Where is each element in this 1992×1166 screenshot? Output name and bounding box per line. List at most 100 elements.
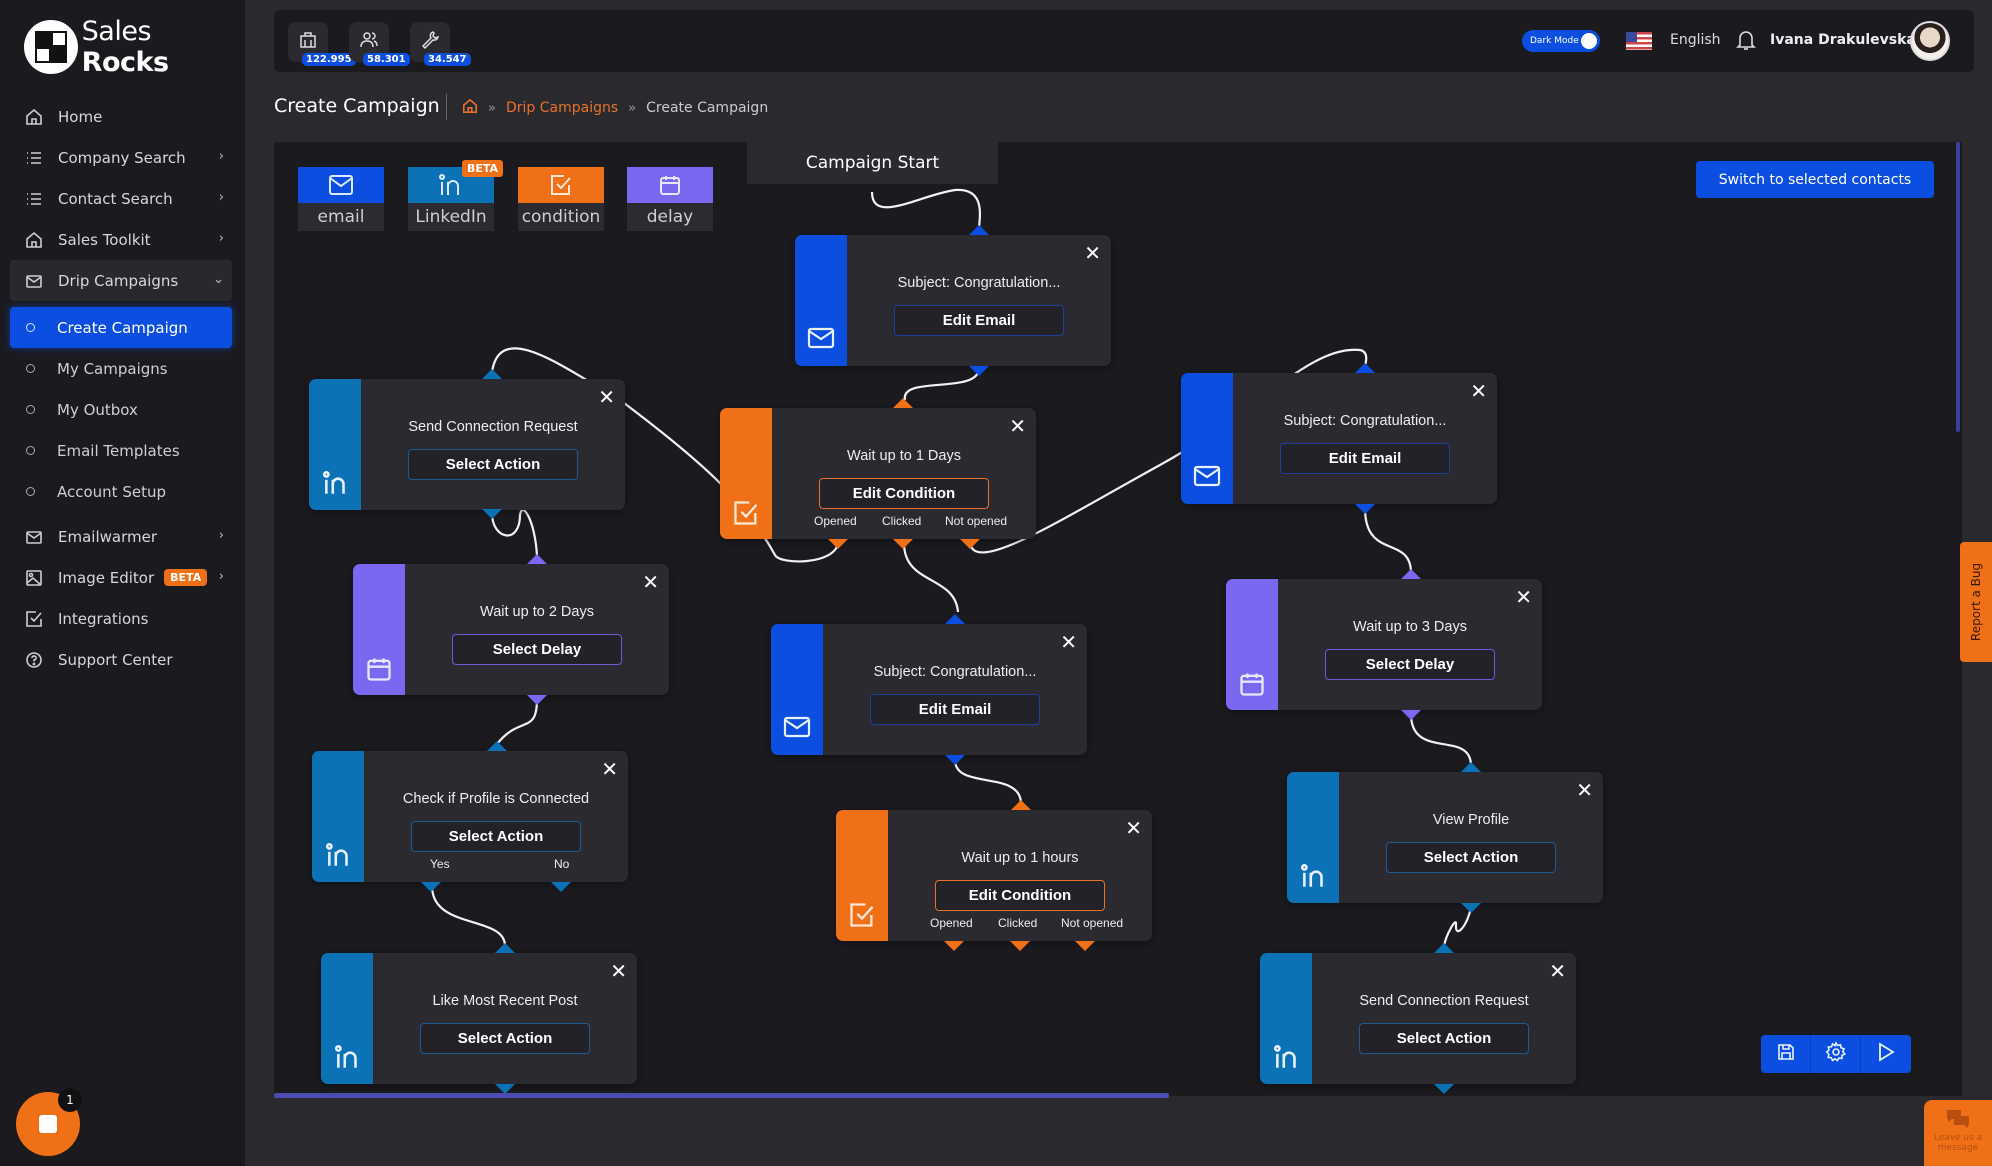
email-node[interactable]: ✕ Subject: Congratulation... Edit Email [771,624,1087,755]
bell-icon[interactable] [1736,29,1756,55]
sidebar-subitem-email-templates[interactable]: Email Templates [10,430,232,471]
edit-email-button[interactable]: Edit Email [1280,443,1450,474]
output-port[interactable] [527,695,547,705]
output-port-yes[interactable] [421,882,441,892]
output-port-clicked[interactable] [893,539,913,549]
campaign-start-node[interactable]: Campaign Start [747,142,998,184]
sidebar-subitem-create-campaign[interactable]: Create Campaign [10,307,232,348]
sidebar-item-drip-campaigns[interactable]: Drip Campaigns ⌄ [10,260,232,301]
sidebar-item-company-search[interactable]: Company Search › [10,137,232,178]
palette-delay[interactable]: delay [627,167,713,231]
output-port[interactable] [1434,1084,1454,1094]
select-action-button[interactable]: Select Action [1386,842,1556,873]
sidebar-item-support-center[interactable]: Support Center [10,639,232,680]
condition-node[interactable]: ✕ Wait up to 1 hours Edit Condition Open… [836,810,1152,941]
home-icon[interactable] [462,98,478,118]
close-icon[interactable]: ✕ [1470,379,1487,403]
sidebar-item-sales-toolkit[interactable]: Sales Toolkit › [10,219,232,260]
input-port[interactable] [487,741,507,751]
sidebar-item-image-editor[interactable]: Image Editor BETA › [10,557,232,598]
sidebar-subitem-my-outbox[interactable]: My Outbox [10,389,232,430]
close-icon[interactable]: ✕ [598,385,615,409]
horizontal-scrollbar[interactable] [274,1093,1169,1098]
logo[interactable]: Sales Rocks [24,16,245,78]
output-port[interactable] [482,509,502,519]
close-icon[interactable]: ✕ [601,757,618,781]
edit-email-button[interactable]: Edit Email [894,305,1064,336]
edit-condition-button[interactable]: Edit Condition [935,880,1105,911]
output-port-opened[interactable] [828,539,848,549]
input-port[interactable] [1461,762,1481,772]
input-port[interactable] [495,943,515,953]
select-action-button[interactable]: Select Action [411,821,581,852]
output-port-opened[interactable] [944,941,964,951]
close-icon[interactable]: ✕ [1125,816,1142,840]
sidebar-item-contact-search[interactable]: Contact Search › [10,178,232,219]
select-action-button[interactable]: Select Action [408,449,578,480]
vertical-scrollbar[interactable] [1956,142,1960,432]
dark-mode-toggle[interactable]: Dark Mode [1522,30,1600,52]
select-delay-button[interactable]: Select Delay [1325,649,1495,680]
input-port[interactable] [969,225,989,235]
linkedin-node[interactable]: ✕ Check if Profile is Connected Select A… [312,751,628,882]
input-port[interactable] [1011,800,1031,810]
close-icon[interactable]: ✕ [1576,778,1593,802]
avatar[interactable] [1910,21,1950,61]
report-bug-tab[interactable]: Report a Bug [1960,542,1992,662]
output-port[interactable] [1401,710,1421,720]
edit-email-button[interactable]: Edit Email [870,694,1040,725]
linkedin-node[interactable]: ✕ Send Connection Request Select Action [1260,953,1576,1084]
delay-node[interactable]: ✕ Wait up to 3 Days Select Delay [1226,579,1542,710]
input-port[interactable] [1434,943,1454,953]
tools-stat[interactable]: 34.547 [410,22,471,66]
input-port[interactable] [482,369,502,379]
input-port[interactable] [1401,569,1421,579]
palette-email[interactable]: email [298,167,384,231]
run-button[interactable] [1861,1035,1911,1073]
settings-button[interactable] [1811,1035,1861,1073]
close-icon[interactable]: ✕ [1060,630,1077,654]
breadcrumb-drip-campaigns[interactable]: Drip Campaigns [506,100,618,116]
leave-message-button[interactable]: Leave us a message [1924,1100,1992,1166]
output-port-not-opened[interactable] [1075,941,1095,951]
linkedin-node[interactable]: ✕ View Profile Select Action [1287,772,1603,903]
select-delay-button[interactable]: Select Delay [452,634,622,665]
us-flag-icon[interactable] [1626,32,1652,50]
email-node[interactable]: ✕ Subject: Congratulation... Edit Email [1181,373,1497,504]
input-port[interactable] [945,614,965,624]
close-icon[interactable]: ✕ [1515,585,1532,609]
edit-condition-button[interactable]: Edit Condition [819,478,989,509]
sidebar-item-integrations[interactable]: Integrations [10,598,232,639]
linkedin-node[interactable]: ✕ Send Connection Request Select Action [309,379,625,510]
input-port[interactable] [893,398,913,408]
email-node[interactable]: ✕ Subject: Congratulation... Edit Email [795,235,1111,366]
sidebar-item-home[interactable]: Home [10,96,232,137]
help-chat-button[interactable]: 1 [16,1088,82,1156]
sidebar-subitem-account-setup[interactable]: Account Setup [10,471,232,512]
close-icon[interactable]: ✕ [1549,959,1566,983]
select-action-button[interactable]: Select Action [420,1023,590,1054]
close-icon[interactable]: ✕ [1084,241,1101,265]
output-port[interactable] [1461,903,1481,913]
palette-condition[interactable]: condition [518,167,604,231]
sidebar-subitem-my-campaigns[interactable]: My Campaigns [10,348,232,389]
close-icon[interactable]: ✕ [1009,414,1026,438]
output-port[interactable] [945,755,965,765]
output-port[interactable] [1355,504,1375,514]
companies-stat[interactable]: 122.995 [288,22,356,66]
input-port[interactable] [1355,363,1375,373]
close-icon[interactable]: ✕ [642,570,659,594]
output-port-no[interactable] [551,882,571,892]
save-button[interactable] [1761,1035,1811,1073]
close-icon[interactable]: ✕ [610,959,627,983]
select-action-button[interactable]: Select Action [1359,1023,1529,1054]
output-port[interactable] [969,366,989,376]
output-port-not-opened[interactable] [960,539,980,549]
linkedin-node[interactable]: ✕ Like Most Recent Post Select Action [321,953,637,1084]
condition-node[interactable]: ✕ Wait up to 1 Days Edit Condition Opene… [720,408,1036,539]
input-port[interactable] [527,554,547,564]
language-selector[interactable]: English [1670,32,1721,48]
user-name[interactable]: Ivana Drakulevska [1770,32,1916,48]
sidebar-item-emailwarmer[interactable]: Emailwarmer › [10,516,232,557]
delay-node[interactable]: ✕ Wait up to 2 Days Select Delay [353,564,669,695]
